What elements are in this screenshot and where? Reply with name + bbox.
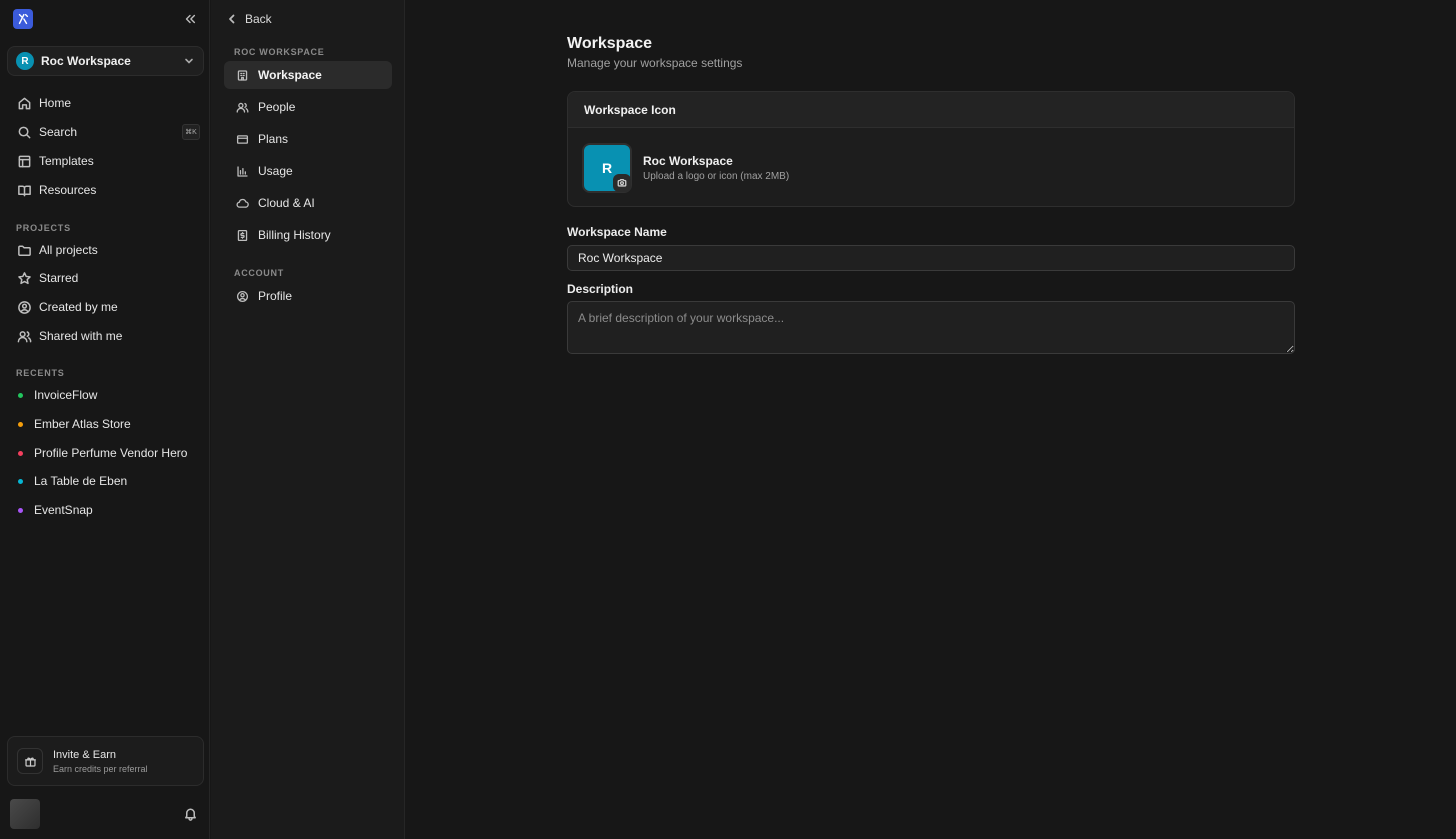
settings-nav-workspace-label: Workspace [258,68,322,82]
recent-project-item[interactable]: Ember Atlas Store [7,411,204,437]
nav-all-projects-label: All projects [39,243,98,257]
workspace-icon-name: Roc Workspace [643,154,733,168]
nav-search[interactable]: Search ⌘K [7,119,204,145]
settings-nav-usage-label: Usage [258,164,293,178]
folder-icon [16,242,32,258]
nav-shared-with-me[interactable]: Shared with me [7,323,204,349]
receipt-icon [234,227,250,243]
workspace-avatar: R [16,52,34,70]
bell-icon[interactable] [182,805,198,821]
nav-created-by-me[interactable]: Created by me [7,294,204,320]
search-shortcut-badge: ⌘K [182,124,200,140]
settings-nav-workspace[interactable]: Workspace [224,61,392,89]
user-avatar[interactable] [10,799,40,829]
logo-icon [18,13,29,25]
credit-card-icon [234,131,250,147]
workspace-icon-hint: Upload a logo or icon (max 2MB) [643,171,790,182]
nav-search-label: Search [39,125,78,139]
nav-starred-label: Starred [39,271,79,285]
status-dot [18,392,23,398]
settings-nav-plans[interactable]: Plans [224,125,392,153]
bar-chart-icon [234,163,250,179]
nav-starred[interactable]: Starred [7,265,204,291]
status-dot [18,478,23,484]
description-label: Description [567,282,634,296]
star-icon [16,270,32,286]
workspace-name: Roc Workspace [41,54,131,68]
recent-project-item[interactable]: Profile Perfume Vendor Hero [7,440,204,466]
recent-project-label: Ember Atlas Store [34,417,131,431]
search-icon [16,124,32,140]
settings-nav-profile-label: Profile [258,289,293,303]
users-icon [16,328,32,344]
cloud-icon [234,195,250,211]
nav-templates-label: Templates [39,154,94,168]
app-logo[interactable] [13,9,33,29]
nav-shared-with-me-label: Shared with me [39,329,123,343]
settings-nav-billing-history[interactable]: Billing History [224,221,392,249]
nav-templates[interactable]: Templates [7,148,204,174]
app-sidebar: R Roc Workspace Home Search ⌘K Templates… [0,0,210,839]
nav-created-by-me-label: Created by me [39,300,118,314]
invite-title: Invite & Earn [53,748,116,761]
camera-icon[interactable] [613,174,631,192]
book-icon [16,182,32,198]
recent-project-label: Profile Perfume Vendor Hero [34,446,188,460]
settings-nav-people-label: People [258,100,296,114]
page-title: Workspace [567,35,653,52]
description-textarea[interactable] [567,301,1295,354]
page-subtitle: Manage your workspace settings [567,56,743,70]
back-label: Back [245,12,272,26]
projects-heading: PROJECTS [16,223,71,233]
gift-icon [17,748,43,774]
recent-project-item[interactable]: InvoiceFlow [7,382,204,408]
workspace-icon-upload[interactable]: R [582,143,632,193]
user-circle-icon [16,299,32,315]
workspace-name-input[interactable] [567,245,1295,271]
workspace-icon-card: Workspace Icon R Roc Workspace Upload a … [567,91,1295,207]
workspace-settings-panel: Workspace Manage your workspace settings… [406,0,1456,839]
templates-icon [16,153,32,169]
recent-project-label: EventSnap [34,503,93,517]
chevron-down-icon [183,55,195,67]
nav-home-label: Home [39,96,72,110]
recent-project-label: InvoiceFlow [34,388,98,402]
back-link[interactable]: Back [227,12,272,26]
account-settings-heading: ACCOUNT [234,268,284,278]
settings-nav-plans-label: Plans [258,132,289,146]
status-dot [18,421,23,427]
recent-project-item[interactable]: EventSnap [7,497,204,523]
workspace-switcher[interactable]: R Roc Workspace [7,46,204,76]
user-circle-icon [234,288,250,304]
settings-subnav: Back ROC WORKSPACE Workspace People Plan… [211,0,405,839]
recent-project-label: La Table de Eben [34,474,128,488]
settings-nav-usage[interactable]: Usage [224,157,392,185]
workspace-icon-letter: R [601,160,613,176]
settings-nav-people[interactable]: People [224,93,392,121]
nav-resources[interactable]: Resources [7,177,204,203]
people-icon [234,99,250,115]
building-icon [234,67,250,83]
nav-resources-label: Resources [39,183,97,197]
settings-nav-billing-history-label: Billing History [258,228,331,242]
recent-project-item[interactable]: La Table de Eben [7,468,204,494]
recents-heading: RECENTS [16,368,65,378]
workspace-icon-heading: Workspace Icon [568,92,1294,128]
status-dot [18,507,23,513]
workspace-name-label: Workspace Name [567,225,667,239]
settings-nav-cloud-ai-label: Cloud & AI [258,196,315,210]
workspace-settings-heading: ROC WORKSPACE [234,47,325,57]
collapse-sidebar-icon[interactable] [183,12,199,28]
settings-nav-profile[interactable]: Profile [224,282,392,310]
nav-home[interactable]: Home [7,90,204,116]
nav-all-projects[interactable]: All projects [7,237,204,263]
settings-nav-cloud-ai[interactable]: Cloud & AI [224,189,392,217]
status-dot [18,450,23,456]
invite-subtitle: Earn credits per referral [53,763,148,774]
home-icon [16,95,32,111]
chevron-left-icon [229,14,235,24]
invite-earn-card[interactable]: Invite & Earn Earn credits per referral [7,736,204,786]
